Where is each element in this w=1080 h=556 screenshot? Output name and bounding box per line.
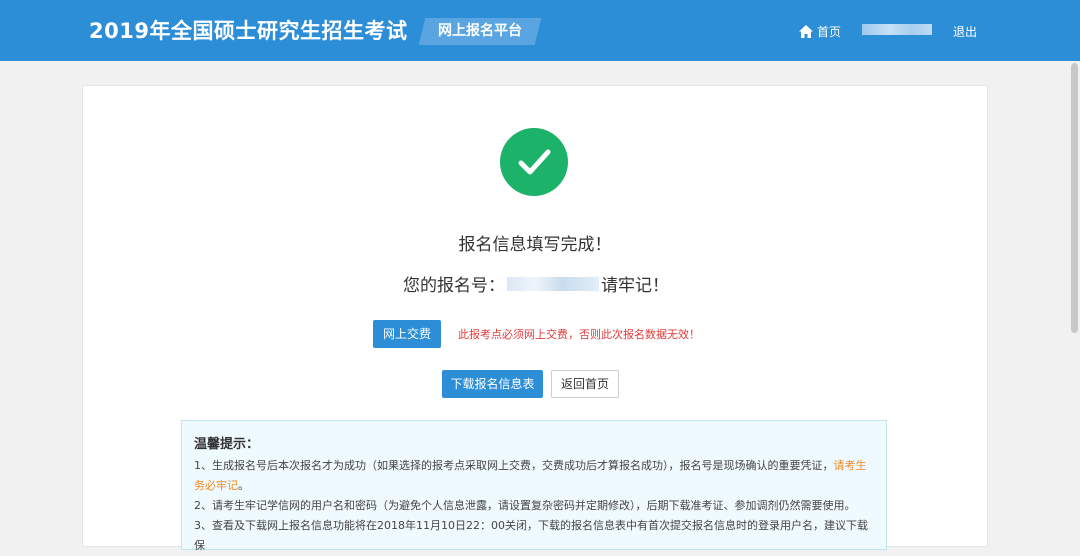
- registration-number-redacted: [507, 276, 599, 291]
- tips-panel: 温馨提示： 1、生成报名号后本次报名才为成功（如果选择的报考点采取网上交费，交费…: [181, 420, 887, 552]
- tip-item-1-text: 1、生成报名号后本次报名才为成功（如果选择的报考点采取网上交费，交费成功后才算报…: [194, 459, 834, 472]
- success-check-icon: [500, 128, 568, 196]
- pay-warning-text: 此报考点必须网上交费，否则此次报名数据无效！: [458, 328, 700, 341]
- scrollbar-thumb[interactable]: [1071, 63, 1078, 333]
- completion-message: 报名信息填写完成！: [458, 235, 612, 255]
- platform-badge: 网上报名平台: [418, 18, 542, 45]
- site-title: 2019年全国硕士研究生招生考试: [89, 19, 408, 43]
- registration-number-line: 您的报名号： 请牢记！: [403, 271, 669, 296]
- logout-link[interactable]: 退出: [953, 23, 977, 40]
- tip-item-1-end: 。: [238, 479, 249, 492]
- nav-home-link[interactable]: 首页: [799, 23, 841, 40]
- return-home-button[interactable]: 返回首页: [551, 370, 619, 398]
- number-suffix: 请牢记！: [601, 276, 669, 296]
- result-card: 报名信息填写完成！ 您的报名号： 请牢记！ 网上交费 此报考点必须网上交费，否则…: [82, 85, 988, 552]
- tip-item-2: 2、请考生牢记学信网的用户名和密码（为避免个人信息泄露，请设置复杂密码并定期修改…: [194, 499, 856, 512]
- tip-item-1: 1、生成报名号后本次报名才为成功（如果选择的报考点采取网上交费，交费成功后才算报…: [194, 456, 874, 496]
- platform-label: 网上报名平台: [438, 23, 522, 39]
- tip-item-3: 3、查看及下载网上报名信息功能将在2018年11月10日22：00关闭，下载的报…: [194, 519, 868, 552]
- vertical-scrollbar[interactable]: [1068, 61, 1080, 530]
- download-form-button[interactable]: 下载报名信息表: [442, 370, 543, 398]
- top-header: 2019年全国硕士研究生招生考试 网上报名平台 首页 退出: [0, 0, 1080, 61]
- nav-home-label: 首页: [817, 25, 842, 39]
- online-pay-button[interactable]: 网上交费: [373, 320, 441, 348]
- tips-title: 温馨提示：: [194, 437, 260, 452]
- username-redacted: [862, 24, 932, 35]
- home-icon: [799, 25, 813, 38]
- number-prefix: 您的报名号：: [403, 276, 505, 296]
